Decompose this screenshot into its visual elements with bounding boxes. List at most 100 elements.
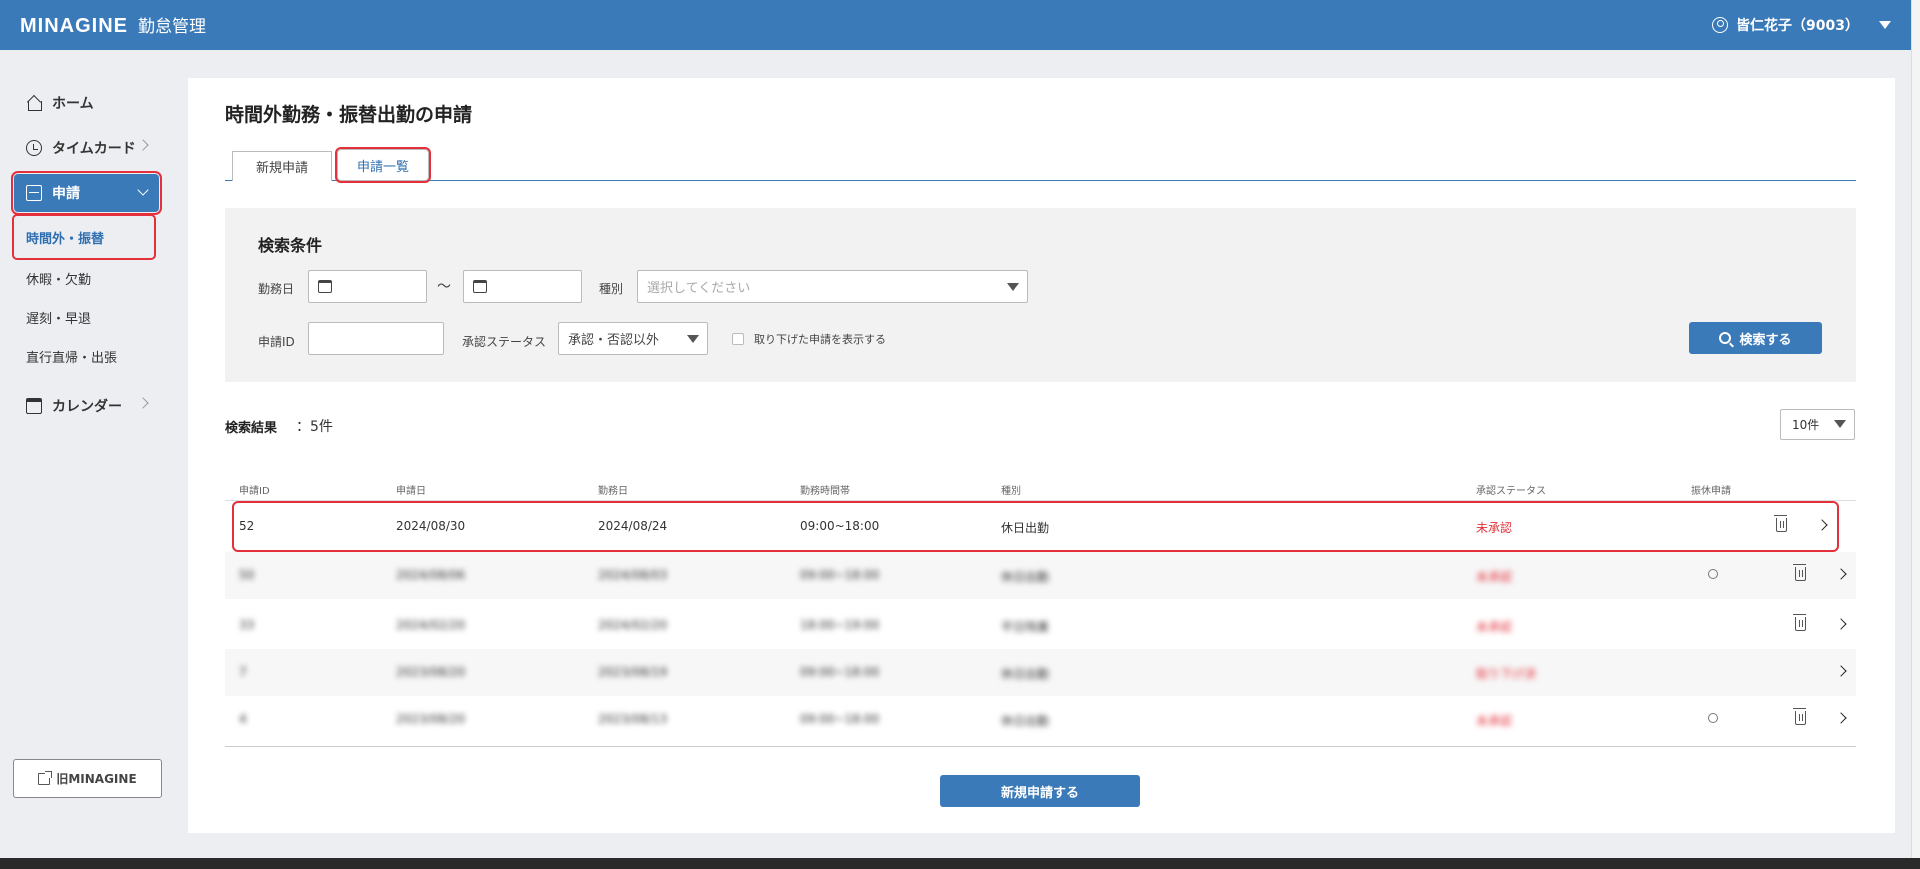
chevron-right-icon[interactable] <box>1835 665 1847 677</box>
sidebar-item-calendar[interactable]: カレンダー <box>14 386 159 426</box>
inbox-icon <box>26 185 42 201</box>
table-row[interactable]: 50 2024/08/06 2024/08/03 09:00~18:00 休日出… <box>225 552 1856 599</box>
status-selected-value: 承認・否認以外 <box>568 333 660 348</box>
top-bar: MINAGINE 勤怠管理 皆仁花子（9003） <box>0 0 1911 50</box>
calendar-icon <box>473 280 487 293</box>
trash-icon[interactable] <box>1793 564 1806 581</box>
show-withdrawn-checkbox[interactable] <box>732 333 744 345</box>
sidebar-subitem-overtime[interactable]: 時間外・振替 <box>12 214 156 260</box>
type-select[interactable]: 選択してください <box>637 270 1028 303</box>
table-row[interactable]: 33 2024/02/20 2024/02/20 18:00~19:00 平日残… <box>225 602 1856 649</box>
col-type: 種別 <box>1001 486 1021 497</box>
external-link-icon <box>38 770 53 785</box>
sidebar-subitem-label: 遅刻・早退 <box>26 311 92 327</box>
chevron-down-icon <box>1834 420 1846 428</box>
sidebar-item-home[interactable]: ホーム <box>14 83 159 123</box>
cell-work-time: 09:00~18:00 <box>800 519 880 533</box>
search-panel: 検索条件 勤務日 ～ 種別 選択してください 申請ID 承認ステータス 承認・否… <box>225 208 1856 382</box>
cell-type: 休日出勤 <box>1001 667 1050 681</box>
cell-request-id: 4 <box>239 712 247 726</box>
table-bottom-divider <box>225 746 1856 747</box>
sidebar-subitem-leave[interactable]: 休暇・欠勤 <box>14 264 159 292</box>
sidebar: ホーム タイムカード 申請 時間外・振替 休暇・欠勤 遅刻・早退 直行直帰・出張… <box>0 50 175 858</box>
home-icon <box>26 95 42 111</box>
cell-applied-date: 2023/08/20 <box>396 665 466 679</box>
sidebar-item-label: カレンダー <box>52 399 122 415</box>
range-separator: ～ <box>437 279 451 295</box>
circle-icon <box>1708 713 1718 723</box>
app-name: 勤怠管理 <box>138 17 206 37</box>
old-minagine-button[interactable]: 旧MINAGINE <box>13 759 162 798</box>
trash-icon[interactable] <box>1793 614 1806 631</box>
work-date-from-input[interactable] <box>308 270 427 303</box>
work-date-label: 勤務日 <box>258 282 295 296</box>
col-comp-leave: 振休申請 <box>1691 486 1731 497</box>
calendar-icon <box>318 280 332 293</box>
sidebar-item-label: 申請 <box>52 186 80 202</box>
brand[interactable]: MINAGINE 勤怠管理 <box>20 12 206 38</box>
cell-request-id: 7 <box>239 665 247 679</box>
cell-applied-date: 2024/02/20 <box>396 618 466 632</box>
search-icon <box>1719 332 1732 344</box>
results-count: ：5件 <box>296 419 333 435</box>
chevron-down-icon <box>137 184 149 196</box>
cell-work-time: 18:00~19:00 <box>800 618 880 632</box>
tab-new-request[interactable]: 新規申請 <box>232 151 332 181</box>
col-applied-date: 申請日 <box>396 486 426 497</box>
user-icon <box>1712 17 1729 33</box>
sidebar-item-timecard[interactable]: タイムカード <box>14 128 159 168</box>
chevron-right-icon[interactable] <box>1835 618 1847 630</box>
chevron-right-icon[interactable] <box>1816 519 1828 531</box>
table-row[interactable]: 52 2024/08/30 2024/08/24 09:00~18:00 休日出… <box>232 501 1839 552</box>
work-date-to-input[interactable] <box>463 270 582 303</box>
cell-status: 未承認 <box>1476 714 1513 728</box>
type-placeholder: 選択してください <box>647 281 751 296</box>
sidebar-subitem-direct[interactable]: 直行直帰・出張 <box>14 342 159 370</box>
cell-status: 取り下げ済 <box>1476 667 1537 681</box>
show-withdrawn-label: 取り下げた申請を表示する <box>754 333 886 346</box>
results-label: 検索結果 <box>225 421 278 436</box>
new-request-button[interactable]: 新規申請する <box>940 775 1140 807</box>
chevron-right-icon[interactable] <box>1835 568 1847 580</box>
table-row[interactable]: 4 2023/08/20 2023/08/13 09:00~18:00 休日出勤… <box>225 696 1856 743</box>
per-page-value: 10件 <box>1792 418 1820 432</box>
cell-work-date: 2023/08/13 <box>598 712 668 726</box>
user-menu[interactable]: 皆仁花子（9003） <box>1712 15 1891 35</box>
cell-work-date: 2024/08/24 <box>598 519 668 533</box>
search-button[interactable]: 検索する <box>1689 322 1822 354</box>
search-button-label: 検索する <box>1739 332 1792 348</box>
scrollbar[interactable] <box>1911 0 1920 858</box>
status-select[interactable]: 承認・否認以外 <box>558 322 708 355</box>
per-page-select[interactable]: 10件 <box>1780 409 1855 440</box>
cell-request-id: 33 <box>239 618 255 632</box>
cell-type: 休日出勤 <box>1001 714 1050 728</box>
table-header: 申請ID 申請日 勤務日 勤務時間帯 種別 承認ステータス 振休申請 <box>225 477 1856 501</box>
cell-type: 平日残業 <box>1001 620 1050 634</box>
trash-icon[interactable] <box>1774 515 1787 532</box>
chevron-right-icon <box>137 397 149 409</box>
col-work-date: 勤務日 <box>598 486 628 497</box>
sidebar-item-requests[interactable]: 申請 <box>11 171 162 215</box>
request-id-input[interactable] <box>308 322 444 355</box>
search-title: 検索条件 <box>258 236 323 255</box>
cell-type: 休日出勤 <box>1001 521 1050 535</box>
main-panel: 時間外勤務・振替出勤の申請 新規申請 申請一覧 検索条件 勤務日 ～ 種別 選択… <box>188 78 1895 833</box>
cell-type: 休日出勤 <box>1001 570 1050 584</box>
chevron-down-icon <box>1879 21 1891 29</box>
calendar-icon <box>26 398 42 414</box>
cell-request-id: 50 <box>239 568 255 582</box>
table-row[interactable]: 7 2023/08/20 2023/08/19 09:00~18:00 休日出勤… <box>225 649 1856 696</box>
tab-bar: 新規申請 申請一覧 <box>225 147 1856 183</box>
cell-applied-date: 2024/08/06 <box>396 568 466 582</box>
cell-status: 未承認 <box>1476 521 1513 535</box>
sidebar-subitem-late[interactable]: 遅刻・早退 <box>14 303 159 331</box>
tab-request-list[interactable]: 申請一覧 <box>335 147 431 183</box>
cell-work-date: 2023/08/19 <box>598 665 668 679</box>
cell-applied-date: 2024/08/30 <box>396 519 466 533</box>
trash-icon[interactable] <box>1793 708 1806 725</box>
col-request-id: 申請ID <box>239 486 270 497</box>
cell-request-id: 52 <box>239 519 255 533</box>
sidebar-subitem-label: 休暇・欠勤 <box>26 272 92 288</box>
chevron-right-icon[interactable] <box>1835 712 1847 724</box>
circle-icon <box>1708 569 1718 579</box>
